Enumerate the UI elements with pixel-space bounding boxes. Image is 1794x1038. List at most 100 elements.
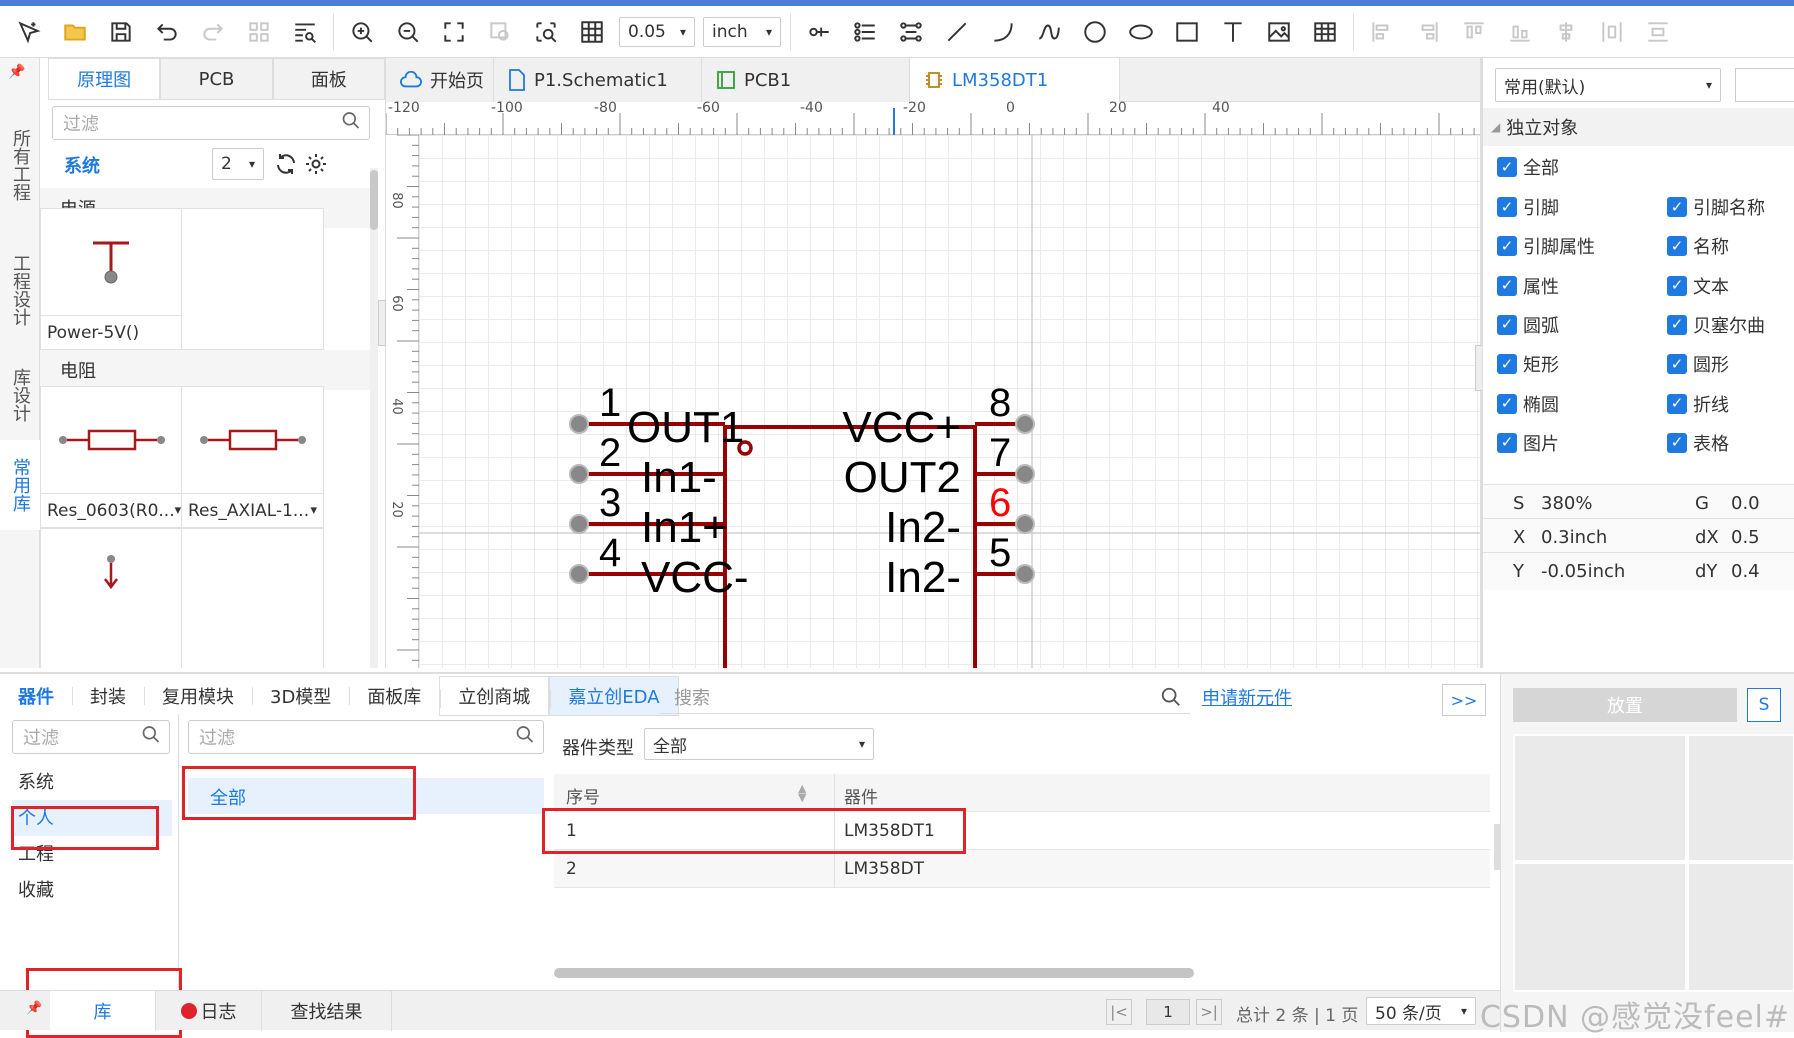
unit-select[interactable]: inch ▾ bbox=[703, 16, 781, 47]
filter-checkbox[interactable]: ✓ 矩形 bbox=[1497, 351, 1559, 377]
filter-checkbox[interactable]: ✓ 属性 bbox=[1497, 273, 1559, 299]
tab-lcsc-store[interactable]: 立创商城 bbox=[439, 676, 550, 716]
sub-filter-input[interactable]: 过滤 bbox=[188, 720, 544, 754]
vtab-project-design[interactable]: 工程设计 bbox=[0, 230, 40, 350]
collapse-left-handle[interactable] bbox=[378, 300, 386, 346]
pin-endpoint[interactable] bbox=[1015, 414, 1035, 434]
tab-footprint[interactable]: 封装 bbox=[72, 674, 144, 718]
line-tool-icon[interactable] bbox=[938, 13, 976, 51]
symbol-res-0603[interactable]: Res_0603(R0... ▾ bbox=[40, 386, 182, 528]
library-filter-input[interactable]: 过滤 bbox=[52, 106, 370, 140]
undo-icon[interactable] bbox=[148, 13, 186, 51]
library-scrollbar[interactable] bbox=[370, 168, 378, 668]
pin-endpoint[interactable] bbox=[1015, 464, 1035, 484]
sort-icon[interactable]: ▲ ▼ bbox=[798, 783, 806, 803]
filter-checkbox[interactable]: ✓ 引脚 bbox=[1497, 194, 1559, 220]
place-button[interactable]: 放置 bbox=[1513, 688, 1737, 722]
symbol-ground[interactable] bbox=[40, 528, 182, 668]
chevron-down-icon[interactable]: ▾ bbox=[175, 503, 181, 518]
filter-checkbox[interactable]: ✓ 表格 bbox=[1667, 430, 1729, 456]
s-button[interactable]: S bbox=[1747, 688, 1781, 722]
grid-size-select[interactable]: 0.05 ▾ bbox=[619, 16, 695, 47]
last-page-button[interactable]: >| bbox=[1196, 999, 1222, 1025]
tab-schematic[interactable]: 原理图 bbox=[48, 58, 161, 99]
tab-log[interactable]: 日志 bbox=[156, 991, 262, 1031]
zoom-in-icon[interactable] bbox=[343, 13, 381, 51]
symbol-res-axial[interactable]: Res_AXIAL-1... ▾ bbox=[182, 386, 324, 528]
filter-checkbox[interactable]: ✓ 名称 bbox=[1667, 233, 1729, 259]
property-row[interactable]: Y -0.05inch dY 0.4 bbox=[1483, 552, 1794, 590]
header-device[interactable]: 器件 bbox=[844, 783, 878, 808]
request-new-part-link[interactable]: 申请新元件 bbox=[1202, 684, 1292, 710]
ellipse-tool-icon[interactable] bbox=[1122, 13, 1160, 51]
tab-pcb1[interactable]: PCB1 bbox=[702, 58, 910, 102]
pin-endpoint[interactable] bbox=[569, 514, 589, 534]
pin-endpoint[interactable] bbox=[569, 464, 589, 484]
chevron-down-icon[interactable]: ▾ bbox=[310, 503, 317, 518]
distribute-horizontal-icon[interactable] bbox=[1593, 13, 1631, 51]
align-left-icon[interactable] bbox=[1363, 13, 1401, 51]
filter-checkbox[interactable]: ✓ 贝塞尔曲 bbox=[1667, 312, 1765, 338]
zoom-selection-icon[interactable] bbox=[527, 13, 565, 51]
redo-icon[interactable] bbox=[194, 13, 232, 51]
image-tool-icon[interactable] bbox=[1260, 13, 1298, 51]
refresh-icon[interactable] bbox=[274, 152, 298, 180]
tab-panel-library[interactable]: 面板库 bbox=[349, 674, 439, 718]
category-favorites[interactable]: 收藏 bbox=[18, 876, 54, 902]
find-replace-icon[interactable] bbox=[286, 13, 324, 51]
lm358-symbol[interactable]: 1 OUT12 In1- 3 In1+ 4 VCC- 8 VCC+ 7 OUT2 6 In2- 5 In2- bbox=[419, 135, 1480, 668]
current-page-input[interactable]: 1 bbox=[1146, 999, 1190, 1025]
filter-checkbox[interactable]: ✓ 圆弧 bbox=[1497, 312, 1559, 338]
vtab-library-design[interactable]: 库设计 bbox=[0, 350, 40, 440]
category-system[interactable]: 系统 bbox=[18, 768, 54, 794]
pin-endpoint[interactable] bbox=[1015, 514, 1035, 534]
distribute-vertical-icon[interactable] bbox=[1639, 13, 1677, 51]
filter-checkbox[interactable]: ✓ 引脚属性 bbox=[1497, 233, 1595, 259]
library-search-input[interactable]: 搜索 bbox=[660, 680, 1190, 714]
open-folder-icon[interactable] bbox=[56, 13, 94, 51]
pin-icon[interactable]: 📌 bbox=[8, 64, 25, 80]
arc-tool-icon[interactable] bbox=[984, 13, 1022, 51]
header-index[interactable]: 序号 bbox=[566, 783, 600, 808]
filter-checkbox[interactable]: ✓ 椭圆 bbox=[1497, 391, 1559, 417]
align-center-icon[interactable] bbox=[1547, 13, 1585, 51]
tab-lm358dt1[interactable]: LM358DT1 bbox=[910, 58, 1120, 102]
pin-array-icon[interactable] bbox=[846, 13, 884, 51]
tab-pcb[interactable]: PCB bbox=[160, 58, 273, 99]
pin-endpoint[interactable] bbox=[569, 414, 589, 434]
system-label[interactable]: 系统 bbox=[64, 152, 100, 182]
tab-3d-model[interactable]: 3D模型 bbox=[252, 674, 349, 718]
expand-button[interactable]: >> bbox=[1442, 684, 1486, 716]
filter-checkbox[interactable]: ✓ 文本 bbox=[1667, 273, 1729, 299]
count-select[interactable]: 2 ▾ bbox=[212, 148, 264, 180]
pin-group-icon[interactable] bbox=[892, 13, 930, 51]
grid-icon[interactable] bbox=[573, 13, 611, 51]
zoom-out-icon[interactable] bbox=[389, 13, 427, 51]
tab-device[interactable]: 器件 bbox=[0, 674, 72, 718]
align-right-icon[interactable] bbox=[1409, 13, 1447, 51]
select-tool-icon[interactable] bbox=[10, 13, 48, 51]
independent-objects-header[interactable]: ◢ 独立对象 bbox=[1483, 108, 1794, 146]
tab-panel[interactable]: 面板 bbox=[272, 58, 385, 99]
tab-library[interactable]: 库 bbox=[50, 991, 156, 1031]
table-horizontal-scrollbar[interactable] bbox=[554, 968, 1194, 978]
save-icon[interactable] bbox=[102, 13, 140, 51]
pin-endpoint[interactable] bbox=[569, 564, 589, 584]
filter-preset-select[interactable]: 常用(默认) ▾ bbox=[1495, 68, 1721, 102]
symbol-power-5v[interactable]: Power-5V() bbox=[40, 208, 182, 350]
scrollbar-thumb[interactable] bbox=[370, 170, 378, 230]
check-all[interactable]: ✓ 全部 bbox=[1497, 154, 1559, 180]
search-icon[interactable] bbox=[1160, 686, 1182, 713]
schematic-canvas[interactable]: 1 OUT1 2 In1- 3 In1+ 4 VCC- 8 VCC+ 7 OUT2 6 In2- 5 In2- bbox=[419, 135, 1480, 668]
tab-reuse-module[interactable]: 复用模块 bbox=[144, 674, 252, 718]
pin-tool-icon[interactable] bbox=[800, 13, 838, 51]
rectangle-tool-icon[interactable] bbox=[1168, 13, 1206, 51]
table-row[interactable]: 2 LM358DT bbox=[554, 850, 1490, 888]
text-tool-icon[interactable] bbox=[1214, 13, 1252, 51]
gear-icon[interactable] bbox=[304, 152, 328, 180]
tab-schematic1[interactable]: P1.Schematic1 bbox=[494, 58, 702, 102]
filter-checkbox[interactable]: ✓ 折线 bbox=[1667, 391, 1729, 417]
page-size-select[interactable]: 50 条/页 ▾ bbox=[1366, 997, 1476, 1025]
filter-checkbox[interactable]: ✓ 圆形 bbox=[1667, 351, 1729, 377]
vtab-all-projects[interactable]: 所有工程 bbox=[0, 100, 40, 230]
